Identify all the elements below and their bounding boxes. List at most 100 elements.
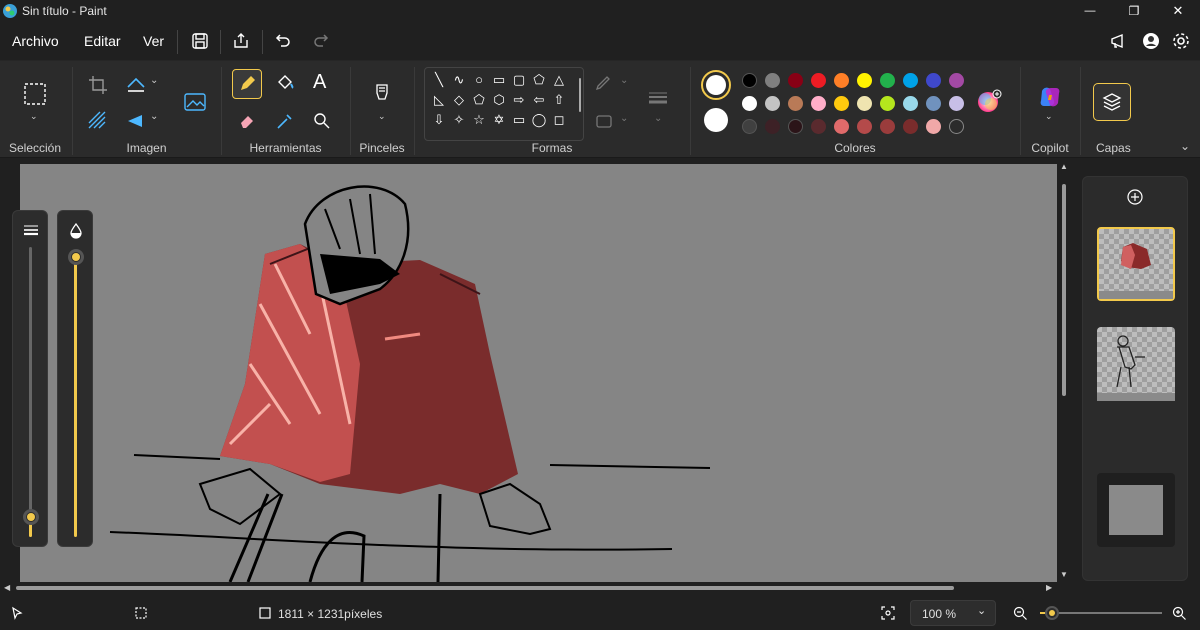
drawing-canvas[interactable] [20, 164, 1057, 582]
size-slider-thumb[interactable] [23, 509, 39, 525]
shape-option[interactable]: ∿ [449, 70, 469, 90]
resize-icon[interactable] [124, 73, 148, 97]
chevron-down-icon[interactable]: ⌄ [654, 113, 662, 124]
color-swatch[interactable] [742, 73, 757, 88]
color-swatch[interactable] [765, 119, 780, 134]
chevron-down-icon[interactable]: ⌄ [378, 111, 386, 122]
edit-colors-icon[interactable] [976, 89, 1002, 115]
shape-option[interactable]: ✡ [489, 110, 509, 130]
minimize-button[interactable]: — [1068, 0, 1112, 22]
color-swatch[interactable] [765, 73, 780, 88]
color-swatch[interactable] [857, 96, 872, 111]
shape-option[interactable]: ○ [469, 70, 489, 90]
magnifier-icon[interactable] [310, 109, 334, 133]
maximize-button[interactable]: ❐ [1112, 0, 1156, 22]
zoom-slider-thumb[interactable] [1045, 606, 1060, 620]
selection-rectangle-icon[interactable] [22, 81, 48, 107]
save-icon[interactable] [189, 30, 211, 52]
layer-thumbnail-background[interactable] [1097, 473, 1175, 547]
color-swatch[interactable] [926, 73, 941, 88]
crop-icon[interactable] [86, 73, 110, 97]
shape-option[interactable]: ⇨ [509, 90, 529, 110]
color-swatch[interactable] [949, 119, 964, 134]
fit-to-window-icon[interactable] [880, 605, 896, 621]
color-swatch[interactable] [765, 96, 780, 111]
color-swatch[interactable] [834, 73, 849, 88]
shape-option[interactable]: ▭ [509, 110, 529, 130]
feedback-icon[interactable] [1108, 30, 1130, 52]
zoom-out-icon[interactable] [1013, 606, 1028, 621]
color-swatch[interactable] [811, 119, 826, 134]
color-swatch[interactable] [811, 96, 826, 111]
menu-editar[interactable]: Editar [84, 33, 121, 49]
image-creator-icon[interactable] [182, 89, 208, 115]
color-swatch[interactable] [788, 119, 803, 134]
scroll-down-icon[interactable]: ▼ [1060, 570, 1068, 579]
primary-color-button[interactable] [701, 70, 731, 100]
shape-option[interactable]: ◺ [429, 90, 449, 110]
color-swatch[interactable] [880, 119, 895, 134]
ribbon-expand-chevron-icon[interactable]: ⌄ [1180, 139, 1190, 153]
zoom-in-icon[interactable] [1172, 606, 1187, 621]
image-remove-background-icon[interactable] [86, 109, 110, 133]
layer-thumbnail-sketch[interactable] [1097, 327, 1175, 401]
redo-icon[interactable] [310, 30, 332, 52]
shape-option[interactable]: ⇦ [529, 90, 549, 110]
chevron-down-icon[interactable]: ⌄ [150, 75, 158, 86]
shape-outline-icon[interactable] [594, 73, 614, 93]
flip-icon[interactable] [124, 109, 148, 133]
color-swatch[interactable] [926, 119, 941, 134]
color-swatch[interactable] [834, 96, 849, 111]
color-swatch[interactable] [880, 96, 895, 111]
shape-option[interactable]: ▢ [509, 70, 529, 90]
shape-option[interactable]: △ [549, 70, 569, 90]
shape-option[interactable]: ▭ [489, 70, 509, 90]
chevron-down-icon[interactable]: ⌄ [150, 111, 158, 122]
color-swatch[interactable] [742, 119, 757, 134]
text-tool-icon[interactable]: A [313, 71, 326, 94]
shape-option[interactable]: ⇩ [429, 110, 449, 130]
shape-fill-icon[interactable] [594, 111, 614, 131]
shape-option[interactable]: ✧ [449, 110, 469, 130]
chevron-down-icon[interactable]: ⌄ [620, 75, 628, 86]
color-swatch[interactable] [788, 73, 803, 88]
shape-option[interactable]: ⬡ [489, 90, 509, 110]
pencil-tool-button[interactable] [232, 69, 262, 99]
shape-option[interactable]: ⇧ [549, 90, 569, 110]
add-layer-icon[interactable] [1127, 189, 1143, 205]
color-swatch[interactable] [788, 96, 803, 111]
color-swatch[interactable] [857, 73, 872, 88]
shape-option[interactable]: ╲ [429, 70, 449, 90]
layer-thumbnail-jacket[interactable] [1097, 227, 1175, 301]
chevron-down-icon[interactable]: ⌄ [30, 111, 38, 122]
opacity-slider-track[interactable] [74, 253, 77, 537]
chevron-down-icon[interactable]: ⌄ [620, 113, 628, 124]
color-swatch[interactable] [949, 96, 964, 111]
color-swatch[interactable] [834, 119, 849, 134]
shape-option[interactable]: ◇ [449, 90, 469, 110]
horizontal-scroll-thumb[interactable] [16, 586, 954, 590]
zoom-dropdown[interactable]: 100 % ⌄ [910, 600, 996, 626]
horizontal-scrollbar[interactable]: ◀ ▶ [0, 582, 1070, 594]
color-swatch[interactable] [880, 73, 895, 88]
opacity-slider-thumb[interactable] [68, 249, 84, 265]
color-swatch[interactable] [903, 73, 918, 88]
menu-ver[interactable]: Ver [143, 33, 164, 49]
chevron-down-icon[interactable]: ⌄ [1045, 111, 1053, 122]
close-button[interactable]: ✕ [1156, 0, 1200, 22]
settings-icon[interactable] [1170, 30, 1192, 52]
color-swatch[interactable] [857, 119, 872, 134]
account-icon[interactable] [1140, 30, 1162, 52]
eraser-icon[interactable] [236, 109, 260, 133]
color-picker-icon[interactable] [273, 109, 297, 133]
layers-toggle-button[interactable] [1093, 83, 1131, 121]
color-swatch[interactable] [949, 73, 964, 88]
size-slider-track[interactable] [29, 247, 32, 537]
undo-icon[interactable] [272, 30, 294, 52]
scroll-left-icon[interactable]: ◀ [4, 583, 10, 592]
vertical-scroll-thumb[interactable] [1062, 184, 1066, 396]
color-swatch[interactable] [903, 96, 918, 111]
fill-bucket-icon[interactable] [273, 71, 297, 95]
color-swatch[interactable] [926, 96, 941, 111]
scroll-up-icon[interactable]: ▲ [1060, 162, 1068, 171]
